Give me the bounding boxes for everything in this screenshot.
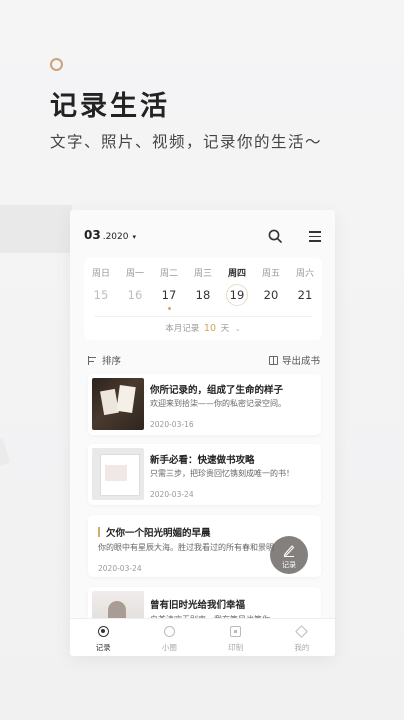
weekday-row: 周日 周一 周二 周三 周四 周五 周六 xyxy=(84,266,322,279)
fab-label: 记录 xyxy=(282,561,296,569)
calendar-date-today[interactable]: 19 xyxy=(220,284,254,306)
summary-suffix: 天 xyxy=(220,324,230,334)
weekday-label: 周一 xyxy=(125,269,144,279)
print-tab-icon xyxy=(230,626,242,637)
list-item[interactable]: 新手必看：快速做书攻略 只需三步，把珍贵回忆镌刻成唯一的书！ 2020-03-2… xyxy=(88,444,321,505)
new-record-button[interactable]: 记录 xyxy=(270,536,308,574)
sort-button[interactable]: 排序 xyxy=(88,353,121,367)
search-icon[interactable] xyxy=(268,229,282,243)
calendar-date[interactable]: 17 xyxy=(152,284,186,310)
weekday-label: 周日 xyxy=(91,269,110,279)
calendar-date[interactable]: 21 xyxy=(288,284,322,306)
record-tab-icon xyxy=(97,626,109,637)
profile-tab-icon xyxy=(295,625,309,638)
month-value: 03 xyxy=(84,228,101,242)
tab-mine[interactable]: 我的 xyxy=(269,619,335,656)
entry-date: 2020-03-24 xyxy=(150,490,194,499)
entry-thumbnail xyxy=(92,378,144,430)
export-book-button[interactable]: 导出成书 xyxy=(268,353,320,367)
weekday-label: 周二 xyxy=(159,269,178,279)
sort-label: 排序 xyxy=(102,356,122,367)
calendar-date[interactable]: 15 xyxy=(84,284,118,306)
tab-label: 我的 xyxy=(294,643,310,652)
app-header: 03 .2020 ▾ xyxy=(70,210,335,258)
tab-label: 小圈 xyxy=(161,643,177,652)
week-calendar: 周日 周一 周二 周三 周四 周五 周六 15 16 17 18 19 20 2… xyxy=(84,258,322,340)
calendar-date[interactable]: 18 xyxy=(186,284,220,306)
entry-title: 新手必看：快速做书攻略 xyxy=(150,455,255,466)
accent-bar xyxy=(98,527,100,537)
entry-title: 你所记录的，组成了生命的样子 xyxy=(150,385,284,396)
pen-icon xyxy=(283,545,295,557)
month-picker[interactable]: 03 .2020 ▾ xyxy=(84,228,136,242)
export-label: 导出成书 xyxy=(281,356,320,367)
circle-tab-icon xyxy=(163,626,175,637)
decorative-ring-icon xyxy=(50,58,63,71)
hero-title: 记录生活 xyxy=(50,91,170,122)
menu-icon[interactable] xyxy=(309,231,321,242)
year-value: .2020 xyxy=(102,232,129,242)
list-item[interactable]: 你所记录的，组成了生命的样子 欢迎来到拾柒——你的私密记录空间。 2020-03… xyxy=(88,374,321,435)
tab-print[interactable]: 印制 xyxy=(203,619,269,656)
calendar-date[interactable]: 20 xyxy=(254,284,288,306)
background-shape xyxy=(0,205,72,253)
book-icon xyxy=(268,355,278,365)
weekday-label: 周三 xyxy=(193,269,212,279)
record-dot-icon xyxy=(167,307,171,310)
divider xyxy=(94,316,312,317)
hero-subtitle: 文字、照片、视频，记录你的生活～ xyxy=(50,133,323,151)
entry-desc: 欢迎来到拾柒——你的私密记录空间。 xyxy=(150,399,286,408)
tab-label: 印制 xyxy=(228,643,244,652)
app-screen: 03 .2020 ▾ 周日 周一 周二 周三 周四 周五 周六 15 16 17 xyxy=(70,210,335,656)
summary-prefix: 本月记录 xyxy=(165,324,200,334)
weekday-label: 周五 xyxy=(261,269,280,279)
entry-title: 欠你一个阳光明媚的早晨 xyxy=(106,528,211,539)
calendar-date[interactable]: 16 xyxy=(118,284,152,306)
sort-icon xyxy=(88,355,97,365)
entry-desc: 只需三步，把珍贵回忆镌刻成唯一的书！ xyxy=(150,469,294,478)
weekday-label: 周六 xyxy=(295,269,314,279)
tab-label: 记录 xyxy=(95,643,111,652)
date-row: 15 16 17 18 19 20 21 xyxy=(84,284,322,310)
weekday-label-active: 周四 xyxy=(227,269,246,279)
tab-circle[interactable]: 小圈 xyxy=(136,619,202,656)
entry-date: 2020-03-16 xyxy=(150,420,194,429)
caret-down-icon: ▾ xyxy=(132,233,136,241)
entry-title: 曾有旧时光给我们幸福 xyxy=(150,600,246,611)
tab-record[interactable]: 记录 xyxy=(70,619,136,656)
list-toolbar: 排序 导出成书 xyxy=(84,351,322,367)
month-summary[interactable]: 本月记录 10 天 ⌄ xyxy=(84,322,322,334)
summary-count: 10 xyxy=(203,323,216,334)
entry-date: 2020-03-24 xyxy=(98,564,142,573)
entry-thumbnail xyxy=(92,448,144,500)
bottom-tab-bar: 记录 小圈 印制 我的 xyxy=(70,618,335,656)
chevron-down-icon: ⌄ xyxy=(234,325,241,333)
